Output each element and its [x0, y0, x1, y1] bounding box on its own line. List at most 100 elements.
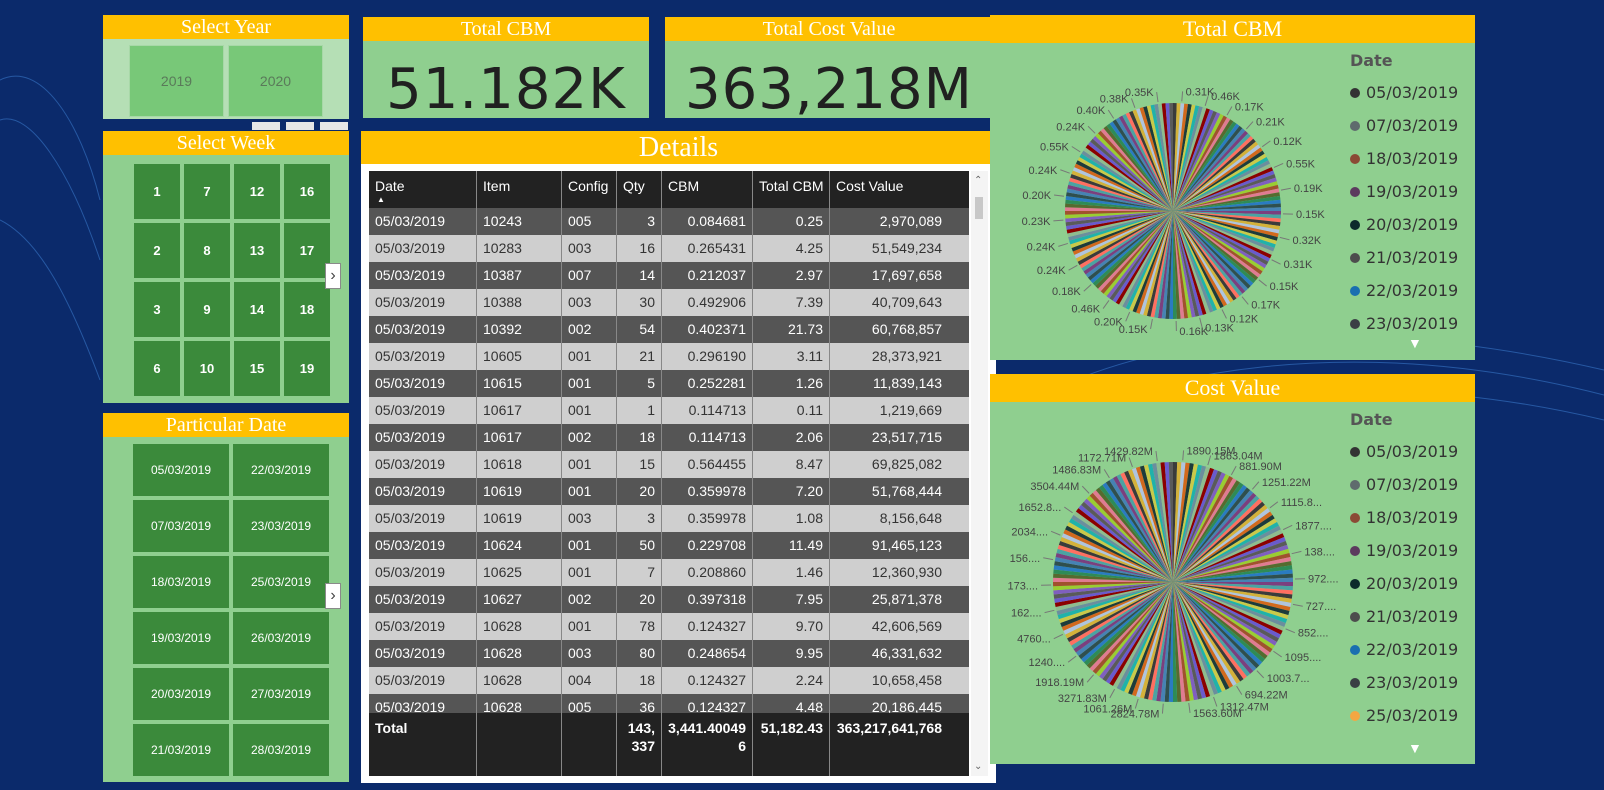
- column-header-qty[interactable]: Qty: [617, 171, 662, 208]
- week-option[interactable]: 10: [184, 341, 230, 396]
- table-row[interactable]: 05/03/2019 10627 002 20 0.397318 7.95 25,871,3…: [369, 586, 969, 613]
- week-option[interactable]: 14: [234, 282, 280, 337]
- week-option[interactable]: 9: [184, 282, 230, 337]
- table-row[interactable]: 05/03/2019 10605 001 21 0.296190 3.11 28,373,9…: [369, 343, 969, 370]
- table-row[interactable]: 05/03/2019 10617 001 1 0.114713 0.11 1,219,669: [369, 397, 969, 424]
- date-option[interactable]: 26/03/2019: [233, 612, 329, 664]
- legend-item[interactable]: 23/03/2019: [1350, 307, 1458, 340]
- table-row[interactable]: 05/03/2019 10628 004 18 0.124327 2.24 10,658,4…: [369, 667, 969, 694]
- pie-data-label: 881.90M: [1239, 461, 1282, 473]
- week-option[interactable]: 2: [134, 223, 180, 278]
- date-option[interactable]: 18/03/2019: [133, 556, 229, 608]
- scrollbar-thumb[interactable]: [975, 197, 983, 219]
- cell-total-cbm: 11.49: [753, 532, 830, 559]
- cell-qty: 7: [617, 559, 662, 586]
- table-row[interactable]: 05/03/2019 10388 003 30 0.492906 7.39 40,709,6…: [369, 289, 969, 316]
- date-option[interactable]: 19/03/2019: [133, 612, 229, 664]
- legend-item[interactable]: 25/03/2019: [1350, 699, 1458, 732]
- table-row[interactable]: 05/03/2019 10619 003 3 0.359978 1.08 8,156,648: [369, 505, 969, 532]
- week-option[interactable]: 15: [234, 341, 280, 396]
- legend-item[interactable]: 22/03/2019: [1350, 274, 1458, 307]
- year-option-2020[interactable]: 2020: [228, 45, 323, 117]
- table-row[interactable]: 05/03/2019 10615 001 5 0.252281 1.26 11,839,14…: [369, 370, 969, 397]
- cell-cbm: 0.229708: [662, 532, 753, 559]
- week-option[interactable]: 13: [234, 223, 280, 278]
- chevron-right-icon[interactable]: ›: [325, 583, 341, 609]
- table-scrollbar[interactable]: ⌃ ⌄: [971, 171, 988, 776]
- date-option[interactable]: 25/03/2019: [233, 556, 329, 608]
- week-option[interactable]: 1: [134, 164, 180, 219]
- cell-item: 10392: [477, 316, 562, 343]
- table-row[interactable]: 05/03/2019 10625 001 7 0.208860 1.46 12,360,93…: [369, 559, 969, 586]
- column-header-total-cbm[interactable]: Total CBM: [753, 171, 830, 208]
- column-header-cbm[interactable]: CBM: [662, 171, 753, 208]
- date-option[interactable]: 22/03/2019: [233, 444, 329, 496]
- week-option[interactable]: 7: [184, 164, 230, 219]
- date-option[interactable]: 28/03/2019: [233, 724, 329, 776]
- table-row[interactable]: 05/03/2019 10628 001 78 0.124327 9.70 42,606,5…: [369, 613, 969, 640]
- table-row[interactable]: 05/03/2019 10619 001 20 0.359978 7.20 51,768,4…: [369, 478, 969, 505]
- week-option[interactable]: 8: [184, 223, 230, 278]
- legend-item[interactable]: 20/03/2019: [1350, 208, 1458, 241]
- pie-data-label: 1429.82M: [1104, 446, 1153, 458]
- legend-more-icon[interactable]: ▼: [1408, 335, 1422, 351]
- legend-item[interactable]: 07/03/2019: [1350, 109, 1458, 142]
- legend-dot-icon: [1350, 318, 1360, 329]
- week-option[interactable]: 3: [134, 282, 180, 337]
- total-cbm-pie-chart[interactable]: 0.31K 0.46K 0.17K 0.21K 0.12K 0.55K 0.19K 0.15K…: [990, 15, 1350, 360]
- legend-item[interactable]: 21/03/2019: [1350, 241, 1458, 274]
- visual-header-tab[interactable]: [320, 122, 348, 130]
- date-option[interactable]: 07/03/2019: [133, 500, 229, 552]
- legend-item[interactable]: 05/03/2019: [1350, 76, 1458, 109]
- legend-item[interactable]: 07/03/2019: [1350, 468, 1458, 501]
- column-header-item[interactable]: Item: [477, 171, 562, 208]
- column-header-cost-value[interactable]: Cost Value: [830, 171, 948, 208]
- date-option[interactable]: 21/03/2019: [133, 724, 229, 776]
- legend-item[interactable]: 21/03/2019: [1350, 600, 1458, 633]
- table-row[interactable]: 05/03/2019 10628 003 80 0.248654 9.95 46,331,6…: [369, 640, 969, 667]
- legend-item[interactable]: 22/03/2019: [1350, 633, 1458, 666]
- week-option[interactable]: 19: [284, 341, 330, 396]
- legend-item[interactable]: 05/03/2019: [1350, 435, 1458, 468]
- legend-item[interactable]: 18/03/2019: [1350, 142, 1458, 175]
- legend-label: 05/03/2019: [1366, 83, 1459, 102]
- table-row[interactable]: 05/03/2019 10624 001 50 0.229708 11.49 91,465,…: [369, 532, 969, 559]
- pie-data-label: 0.20K: [1022, 190, 1051, 202]
- legend-item[interactable]: 19/03/2019: [1350, 534, 1458, 567]
- cell-cost-value: 42,606,569: [871, 618, 942, 634]
- table-row[interactable]: 05/03/2019 10618 001 15 0.564455 8.47 69,825,0…: [369, 451, 969, 478]
- legend-item[interactable]: 20/03/2019: [1350, 567, 1458, 600]
- legend-more-icon[interactable]: ▼: [1408, 740, 1422, 756]
- pie-data-label: 1251.22M: [1262, 477, 1311, 489]
- legend-dot-icon: [1350, 545, 1360, 556]
- week-option[interactable]: 18: [284, 282, 330, 337]
- table-row[interactable]: 05/03/2019 10283 003 16 0.265431 4.25 51,549,2…: [369, 235, 969, 262]
- date-option[interactable]: 20/03/2019: [133, 668, 229, 720]
- column-header-config[interactable]: Config: [562, 171, 617, 208]
- week-option[interactable]: 17: [284, 223, 330, 278]
- week-option[interactable]: 16: [284, 164, 330, 219]
- week-option[interactable]: 12: [234, 164, 280, 219]
- visual-header-tab[interactable]: [252, 122, 280, 130]
- visual-header-tab[interactable]: [286, 122, 314, 130]
- legend-title: Date: [1350, 410, 1393, 429]
- date-option[interactable]: 23/03/2019: [233, 500, 329, 552]
- chevron-right-icon[interactable]: ›: [325, 263, 341, 289]
- date-option[interactable]: 27/03/2019: [233, 668, 329, 720]
- table-row[interactable]: 05/03/2019 10617 002 18 0.114713 2.06 23,517,7…: [369, 424, 969, 451]
- week-option[interactable]: 6: [134, 341, 180, 396]
- year-option-2019[interactable]: 2019: [129, 45, 224, 117]
- table-row[interactable]: 05/03/2019 10392 002 54 0.402371 21.73 60,768,…: [369, 316, 969, 343]
- scroll-down-icon[interactable]: ⌄: [974, 761, 982, 772]
- cost-value-pie-chart[interactable]: 1890.15M1863.04M881.90M1251.22M1115.8...…: [990, 374, 1350, 764]
- legend-item[interactable]: 23/03/2019: [1350, 666, 1458, 699]
- scroll-up-icon[interactable]: ⌃: [974, 175, 982, 186]
- table-row[interactable]: 05/03/2019 10243 005 3 0.084681 0.25 2,970,089: [369, 208, 969, 235]
- cell-total-cbm: 9.95: [753, 640, 830, 667]
- legend-label: 22/03/2019: [1366, 640, 1459, 659]
- legend-item[interactable]: 18/03/2019: [1350, 501, 1458, 534]
- legend-item[interactable]: 19/03/2019: [1350, 175, 1458, 208]
- column-header-date[interactable]: Date ▲: [369, 171, 477, 208]
- table-row[interactable]: 05/03/2019 10387 007 14 0.212037 2.97 17,697,6…: [369, 262, 969, 289]
- date-option[interactable]: 05/03/2019: [133, 444, 229, 496]
